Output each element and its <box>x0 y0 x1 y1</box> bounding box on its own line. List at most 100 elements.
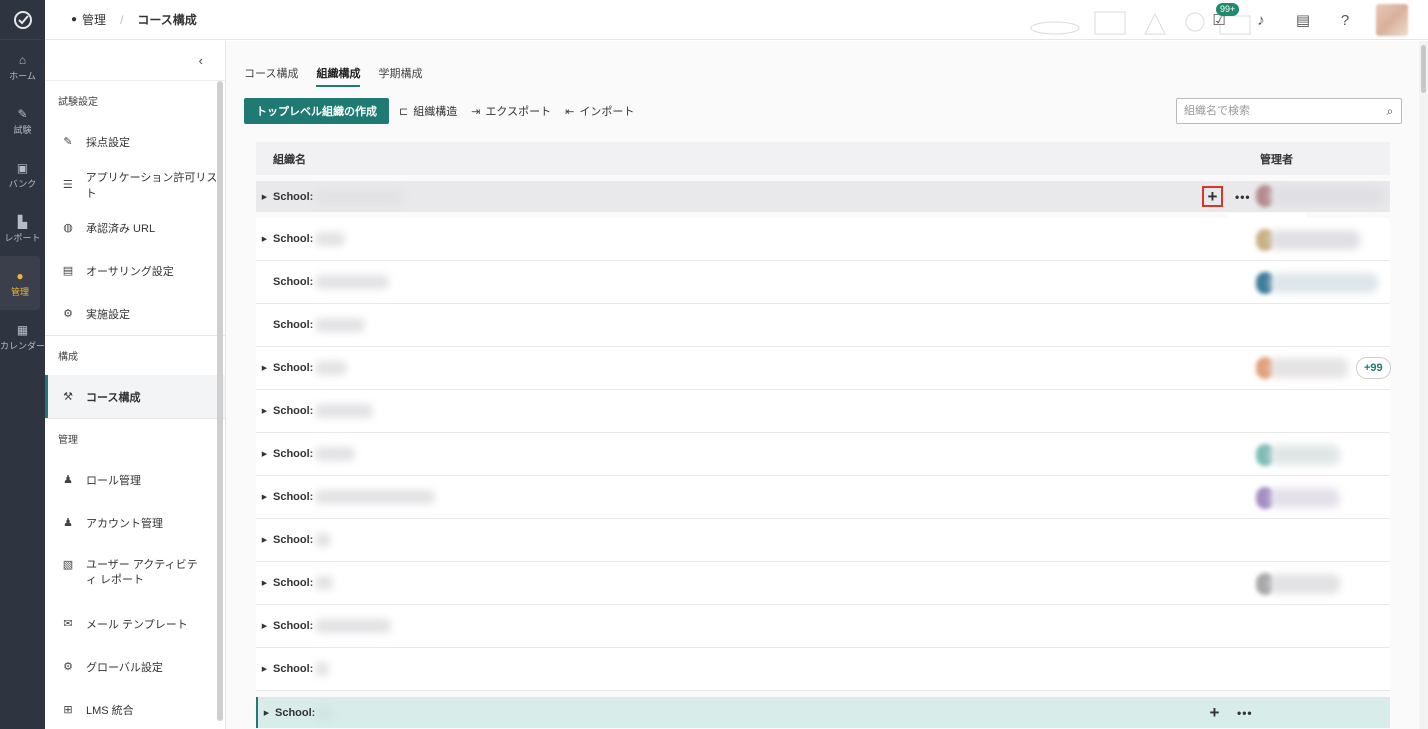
hierarchy-icon: ⊏ <box>399 105 409 118</box>
toolbox-button[interactable]: ▤ <box>1292 9 1314 31</box>
org-structure-button[interactable]: ⊏ 組織構造 <box>399 103 457 119</box>
tab-org-config[interactable]: 組織構成 <box>316 65 361 87</box>
breadcrumb-separator: / <box>120 12 124 27</box>
calendar-icon: ▦ <box>16 322 29 337</box>
table-row[interactable]: ▶ School: <box>256 390 1390 433</box>
redacted-manager <box>1270 445 1340 465</box>
more-icon[interactable]: ••• <box>1237 706 1253 720</box>
table-row[interactable]: ▶ School: +99 <box>256 347 1391 390</box>
org-name: School: <box>273 405 314 417</box>
table-row[interactable]: School: <box>256 261 1390 304</box>
table-row[interactable]: ▶ School: <box>256 562 1390 605</box>
table-row[interactable]: ▶ School: + ••• <box>256 181 1390 212</box>
breadcrumb-section[interactable]: 管理 <box>82 11 106 28</box>
sidebar-scrollbar[interactable] <box>217 81 223 721</box>
collapse-sidebar-button[interactable]: ‹ <box>45 41 225 81</box>
app-logo[interactable] <box>0 0 45 40</box>
tasks-button[interactable]: ☑ 99+ <box>1208 3 1240 31</box>
caret-right-icon[interactable]: ▶ <box>256 450 273 458</box>
section-title-configuration: 構成 <box>58 352 78 363</box>
row-actions: + ••• <box>1204 702 1253 723</box>
rail-item-report[interactable]: ▙ レポート <box>0 202 45 256</box>
org-name: School: <box>273 448 314 460</box>
redacted-manager <box>1270 186 1385 206</box>
redacted-name <box>315 619 392 633</box>
export-icon: ⇥ <box>471 105 481 118</box>
breadcrumb-current: コース構成 <box>137 13 197 27</box>
sidebar-item-global-settings[interactable]: ⚙ グローバル設定 <box>45 645 225 688</box>
table-row[interactable]: ▶ School: <box>256 605 1390 648</box>
rail-item-calendar[interactable]: ▦ カレンダー <box>0 310 45 364</box>
help-button[interactable]: ? <box>1334 9 1356 31</box>
toolbar: トップレベル組織の作成 ⊏ 組織構造 ⇥ エクスポート ⇤ インポート <box>244 98 634 124</box>
rail-item-exam[interactable]: ✎ 試験 <box>0 94 45 148</box>
redacted-name <box>315 490 436 504</box>
table-row[interactable]: ▶ School: <box>256 433 1390 476</box>
sidebar-item-mail-template[interactable]: ✉ メール テンプレート <box>45 602 225 645</box>
redacted-manager <box>1270 574 1340 594</box>
notifications-button[interactable]: ♪ <box>1250 9 1272 31</box>
caret-right-icon[interactable]: ▶ <box>256 536 273 544</box>
export-button[interactable]: ⇥ エクスポート <box>471 103 551 119</box>
settings-sidebar: ‹ 試験設定 ✎ 採点設定 ☰ アプリケーション許可リスト ◍ 承認済み URL… <box>45 41 226 729</box>
envelope-icon: ✉ <box>63 618 73 630</box>
sidebar-item-app-allowlist[interactable]: ☰ アプリケーション許可リスト <box>45 163 225 206</box>
bell-icon: ♪ <box>1257 11 1265 29</box>
redacted-name <box>315 189 404 204</box>
sidebar-item-delivery[interactable]: ⚙ 実施設定 <box>45 292 225 335</box>
table-row-selected[interactable]: ▶ School: + ••• <box>256 697 1390 728</box>
sidebar-item-scoring[interactable]: ✎ 採点設定 <box>45 120 225 163</box>
caret-right-icon[interactable]: ▶ <box>256 665 273 673</box>
caret-right-icon[interactable]: ▶ <box>256 622 273 630</box>
caret-right-icon[interactable]: ▶ <box>256 193 273 201</box>
rail-item-admin[interactable]: ● 管理 <box>0 256 40 310</box>
caret-right-icon[interactable]: ▶ <box>256 579 273 587</box>
table-row[interactable]: ▶ School: <box>256 648 1390 691</box>
table-row[interactable]: ▶ School: <box>256 218 1390 261</box>
import-button[interactable]: ⇤ インポート <box>565 103 634 119</box>
more-icon[interactable]: ••• <box>1235 190 1251 204</box>
table-row[interactable]: ▶ School: <box>256 476 1390 519</box>
tab-term-config[interactable]: 学期構成 <box>378 65 422 87</box>
breadcrumb: ● 管理 / コース構成 <box>45 11 197 28</box>
top-icons: ☑ 99+ ♪ ▤ ? <box>1208 0 1408 40</box>
more-managers-badge[interactable]: +99 <box>1356 357 1391 379</box>
home-icon: ⌂ <box>18 52 27 67</box>
config-tabs: コース構成 組織構成 学期構成 <box>244 65 422 87</box>
rail-item-home[interactable]: ⌂ ホーム <box>0 40 45 94</box>
user-avatar[interactable] <box>1376 4 1408 36</box>
table-row[interactable]: School: <box>256 304 1390 347</box>
sidebar-item-account-management[interactable]: ♟ アカウント管理 <box>45 501 225 544</box>
add-sub-org-button[interactable]: + <box>1204 702 1225 723</box>
main-scrollbar[interactable] <box>1419 41 1428 729</box>
col-manager: 管理者 <box>1260 153 1293 166</box>
rail-item-bank[interactable]: ▣ バンク <box>0 148 45 202</box>
org-table: 組織名 管理者 ▶ School: + ••• 下位組織の追加 <box>256 142 1391 728</box>
table-row[interactable]: ▶ School: <box>256 519 1390 562</box>
caret-right-icon[interactable]: ▶ <box>256 364 273 372</box>
caret-right-icon[interactable]: ▶ <box>256 493 273 501</box>
org-search-input[interactable] <box>1177 100 1379 122</box>
toolbox-icon: ▤ <box>1295 12 1311 29</box>
tab-course-config[interactable]: コース構成 <box>244 65 298 87</box>
caret-right-icon[interactable]: ▶ <box>258 709 275 717</box>
caret-right-icon[interactable]: ▶ <box>256 235 273 243</box>
sidebar-item-lms[interactable]: ⊞ LMS 統合 <box>45 688 225 729</box>
sidebar-item-user-activity-report[interactable]: ▧ ユーザー アクティビティ レポート <box>45 544 225 602</box>
caret-right-icon[interactable]: ▶ <box>256 407 273 415</box>
sidebar-item-authoring[interactable]: ▤ オーサリング設定 <box>45 249 225 292</box>
sitemap-icon: ⊞ <box>63 704 73 716</box>
redacted-name <box>315 404 374 418</box>
main-scrollbar-thumb[interactable] <box>1421 45 1426 93</box>
search-icon[interactable]: ⌕ <box>1379 104 1401 119</box>
sidebar-item-role-management[interactable]: ♟ ロール管理 <box>45 458 225 501</box>
add-sub-org-button[interactable]: + <box>1202 186 1223 207</box>
sidebar-item-course-config[interactable]: ⚒ コース構成 <box>45 375 225 418</box>
top-bar: ● 管理 / コース構成 ☑ 99+ ♪ ▤ ? <box>45 0 1428 40</box>
user-icon: ♟ <box>63 517 73 529</box>
sidebar-item-approved-url[interactable]: ◍ 承認済み URL <box>45 206 225 249</box>
redacted-manager <box>1270 488 1340 508</box>
logo-icon <box>13 10 32 29</box>
create-top-level-org-button[interactable]: トップレベル組織の作成 <box>244 98 389 124</box>
org-name: School: <box>273 491 314 503</box>
